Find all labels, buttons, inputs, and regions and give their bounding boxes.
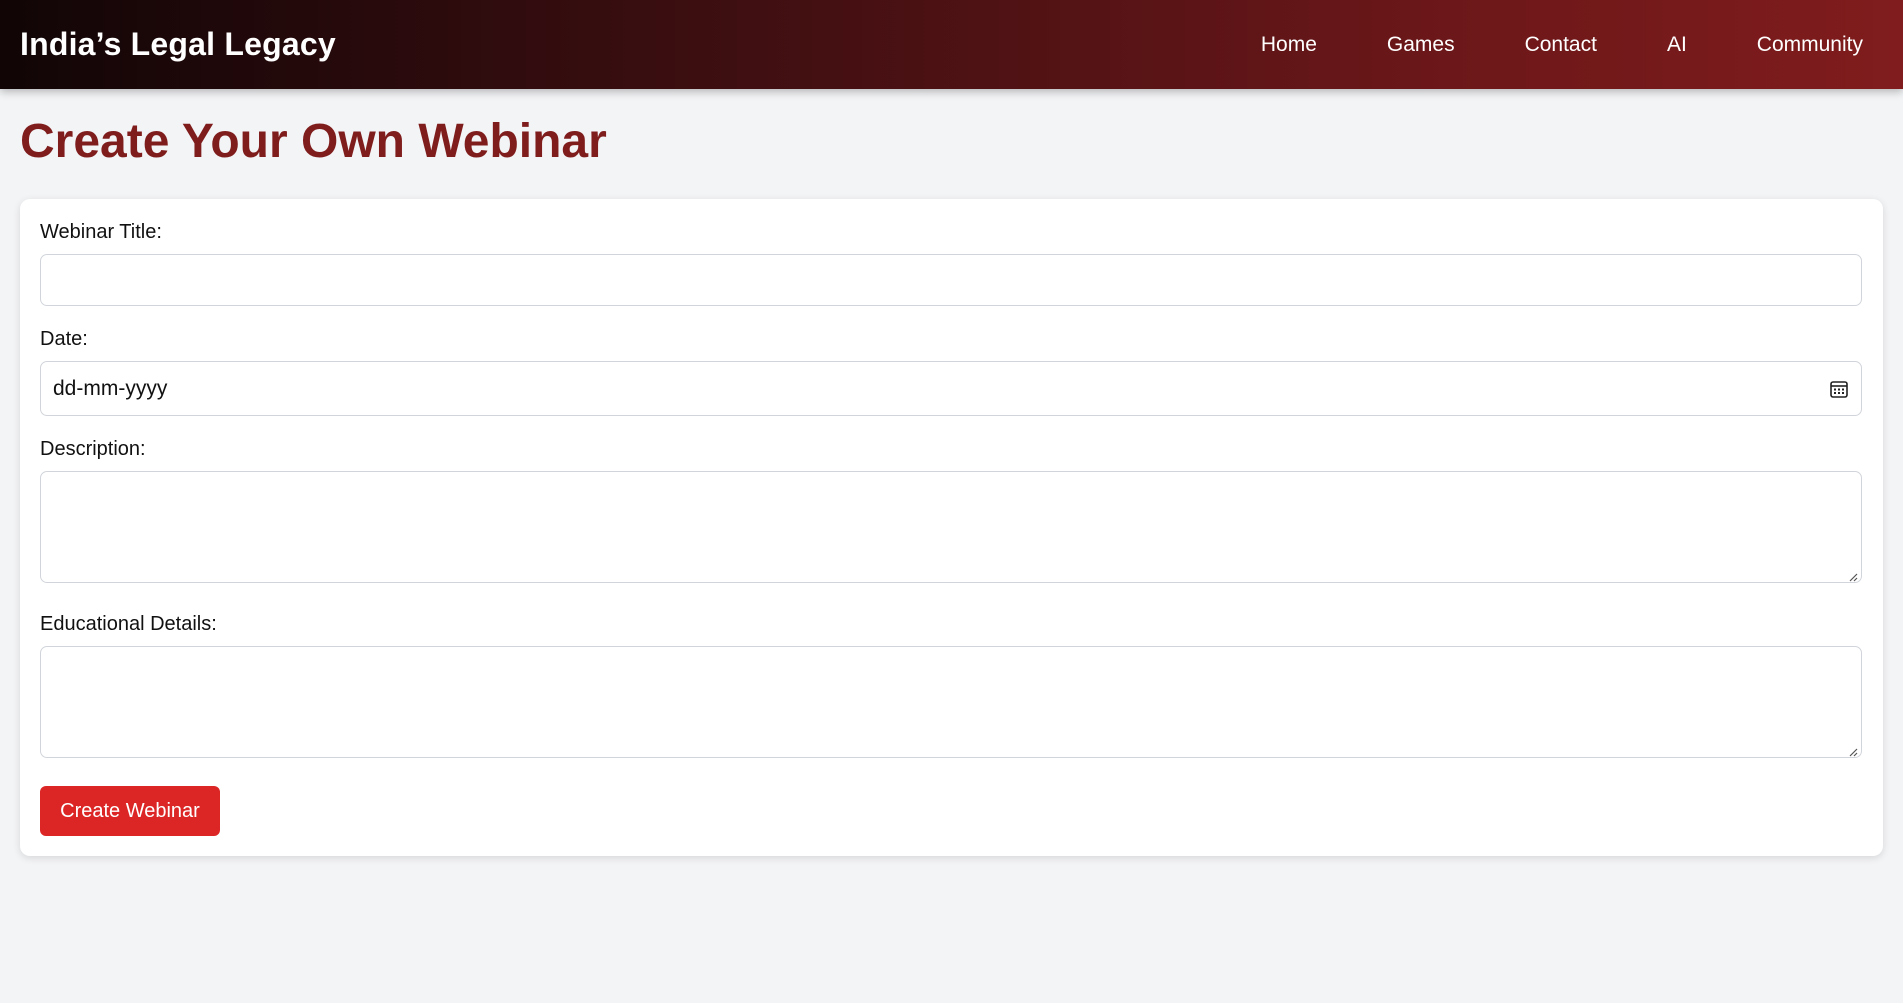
date-placeholder: dd-mm-yyyy (53, 376, 168, 400)
webinar-form: Webinar Title: Date: dd-mm-yyyy Descript… (20, 199, 1883, 856)
nav-contact[interactable]: Contact (1525, 33, 1597, 57)
page-title: Create Your Own Webinar (20, 115, 607, 168)
date-input[interactable]: dd-mm-yyyy (40, 361, 1862, 416)
site-brand[interactable]: India’s Legal Legacy (20, 26, 336, 63)
description-textarea[interactable] (40, 471, 1862, 583)
webinar-title-input[interactable] (40, 254, 1862, 306)
resize-handle-icon[interactable] (1848, 744, 1858, 757)
webinar-title-label: Webinar Title: (40, 221, 162, 243)
create-webinar-button[interactable]: Create Webinar (40, 786, 220, 836)
educational-details-label: Educational Details: (40, 613, 217, 635)
nav-community[interactable]: Community (1757, 33, 1863, 57)
date-label: Date: (40, 328, 88, 350)
description-label: Description: (40, 438, 146, 460)
resize-handle-icon[interactable] (1848, 569, 1858, 582)
main-nav: Home Games Contact AI Community (1191, 33, 1863, 57)
educational-details-textarea[interactable] (40, 646, 1862, 758)
nav-ai[interactable]: AI (1667, 33, 1687, 57)
calendar-icon[interactable] (1829, 379, 1849, 399)
nav-home[interactable]: Home (1261, 33, 1317, 57)
nav-games[interactable]: Games (1387, 33, 1455, 57)
top-navbar: India’s Legal Legacy Home Games Contact … (0, 0, 1903, 89)
